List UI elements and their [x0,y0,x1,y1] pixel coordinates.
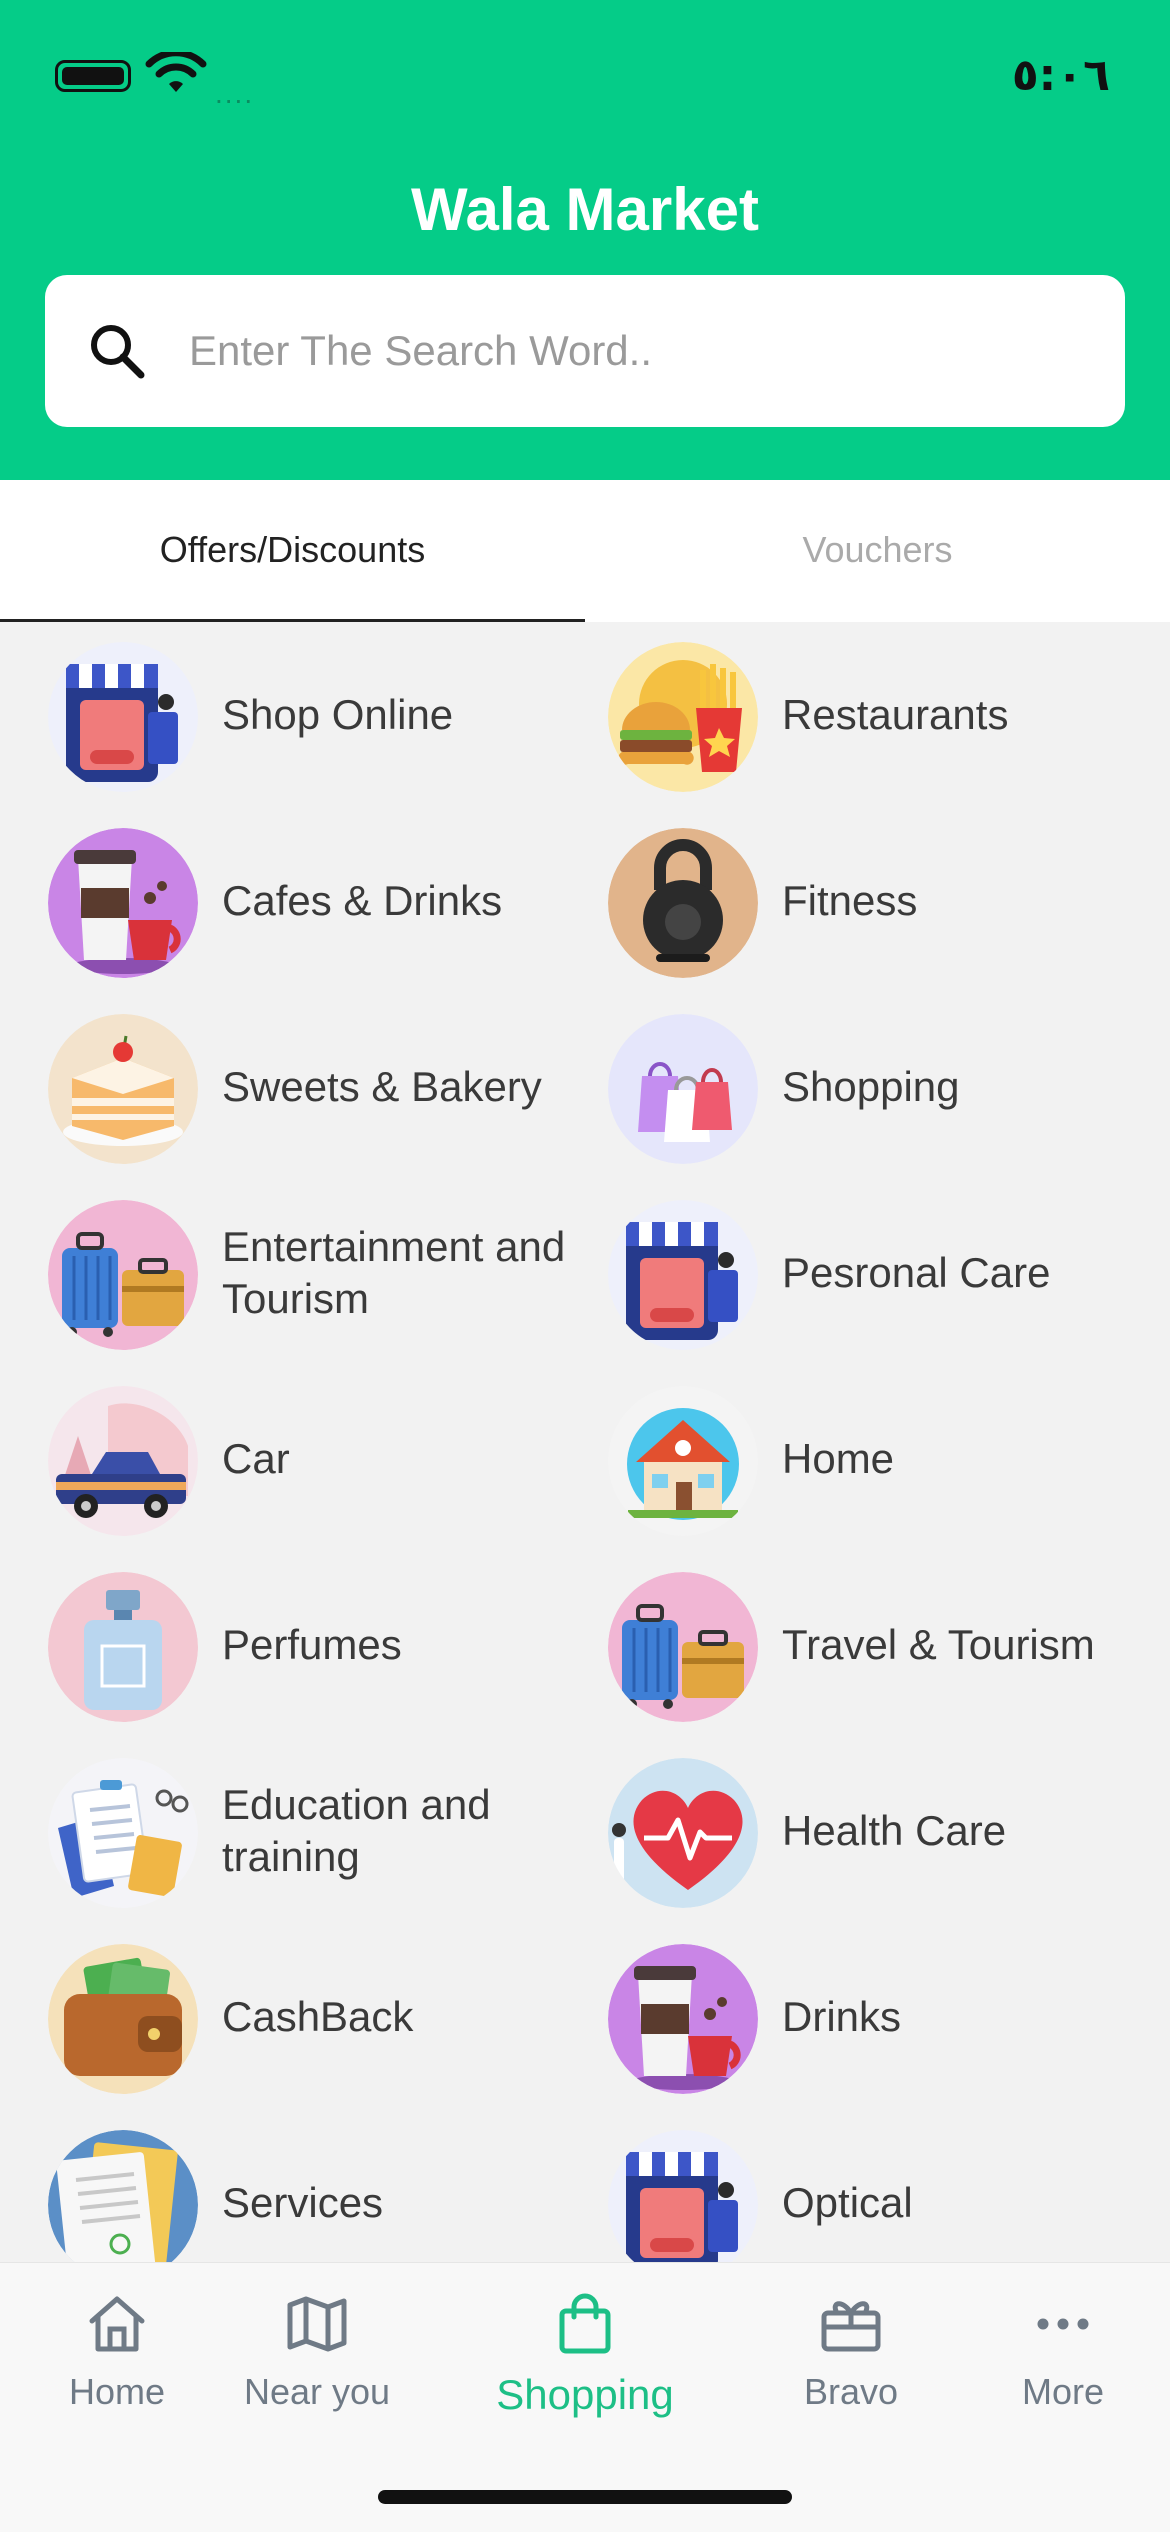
map-icon [287,2296,347,2352]
nav-label: Near you [243,2371,391,2412]
wifi-icon [145,52,207,92]
category-label: Services [222,2178,384,2226]
category-label: Car [222,1434,290,1482]
category-sweets-bakery[interactable]: Sweets & Bakery [0,994,585,1180]
category-label: Entertainment and Tourism [222,1222,566,1323]
car-icon [48,1386,198,1536]
home-indicator [378,2490,792,2504]
category-travel-tourism[interactable]: Travel & Tourism [560,1552,1145,1738]
nav-label: Bravo [803,2371,899,2412]
nav-near-you[interactable]: Near you [200,2291,434,2413]
category-label: Travel & Tourism [782,1620,1095,1668]
category-label: Shopping [782,1062,960,1110]
category-label: Education and training [222,1780,491,1881]
category-entertainment-tourism[interactable]: Entertainment and Tourism [0,1180,585,1366]
nav-label: More [1021,2371,1105,2412]
category-cafes-drinks[interactable]: Cafes & Drinks [0,808,585,994]
more-dots-icon [1037,2318,1089,2330]
store-icon [608,2130,758,2262]
heart-icon [608,1758,758,1908]
category-restaurants[interactable]: Restaurants [560,622,1145,808]
category-label: Restaurants [782,690,1009,738]
category-perfumes[interactable]: Perfumes [0,1552,585,1738]
category-label: Optical [782,2178,913,2226]
category-label: Pesronal Care [782,1248,1051,1296]
coffee-cups-icon [48,828,198,978]
burger-fries-icon [608,642,758,792]
category-education-training[interactable]: Education and training [0,1738,585,1924]
kettlebell-icon [608,828,758,978]
category-label: Home [782,1434,895,1482]
category-label: Health Care [782,1806,1007,1854]
nav-shopping[interactable]: Shopping [468,2291,702,2419]
tab-offers-discounts[interactable]: Offers/Discounts [0,480,585,622]
search-bar[interactable] [45,275,1125,427]
category-label: Cafes & Drinks [222,876,503,924]
papers-icon [48,2130,198,2262]
nav-label: Home [68,2371,166,2412]
house-icon [608,1386,758,1536]
category-services[interactable]: Services [0,2110,585,2262]
luggage-icon [608,1572,758,1722]
category-label: CashBack [222,1992,414,2040]
category-health-care[interactable]: Health Care [560,1738,1145,1924]
house-outline-icon [89,2296,145,2352]
nav-more[interactable]: More [946,2291,1170,2413]
category-car[interactable]: Car [0,1366,585,1552]
tab-bar: Offers/Discounts Vouchers [0,480,1170,622]
header: .... ٥:٠٦ Wala Market [0,0,1170,480]
documents-icon [48,1758,198,1908]
nav-home[interactable]: Home [0,2291,234,2413]
store-icon [48,642,198,792]
bag-icon [559,2293,611,2354]
gift-icon [821,2301,881,2352]
nav-bravo[interactable]: Bravo [734,2291,968,2413]
battery-icon [55,60,131,92]
category-shopping[interactable]: Shopping [560,994,1145,1180]
category-optical[interactable]: Optical [560,2110,1145,2262]
nav-label: Shopping [496,2371,674,2418]
search-icon [91,325,145,379]
category-cashback[interactable]: CashBack [0,1924,585,2110]
category-shop-online[interactable]: Shop Online [0,622,585,808]
tab-vouchers[interactable]: Vouchers [585,480,1170,622]
shopping-bags-icon [608,1014,758,1164]
category-label: Fitness [782,876,918,924]
category-home[interactable]: Home [560,1366,1145,1552]
category-personal-care[interactable]: Pesronal Care [560,1180,1145,1366]
cake-icon [48,1014,198,1164]
coffee-cups-icon [608,1944,758,2094]
wallet-icon [48,1944,198,2094]
category-drinks[interactable]: Drinks [560,1924,1145,2110]
category-label: Shop Online [222,690,454,738]
search-input[interactable] [189,311,1089,391]
app-title: Wala Market [411,176,759,243]
status-bar: .... ٥:٠٦ [55,50,1110,109]
category-label: Perfumes [222,1620,402,1668]
category-label: Drinks [782,1992,902,2040]
category-grid: Shop Online Restaurants Cafes & Drinks F… [0,622,1170,2262]
cellular-signal-icon: .... [215,78,255,109]
category-label: Sweets & Bakery [222,1062,542,1110]
perfume-icon [48,1572,198,1722]
store-icon [608,1200,758,1350]
luggage-icon [48,1200,198,1350]
status-time: ٥:٠٦ [1011,50,1110,101]
category-fitness[interactable]: Fitness [560,808,1145,994]
